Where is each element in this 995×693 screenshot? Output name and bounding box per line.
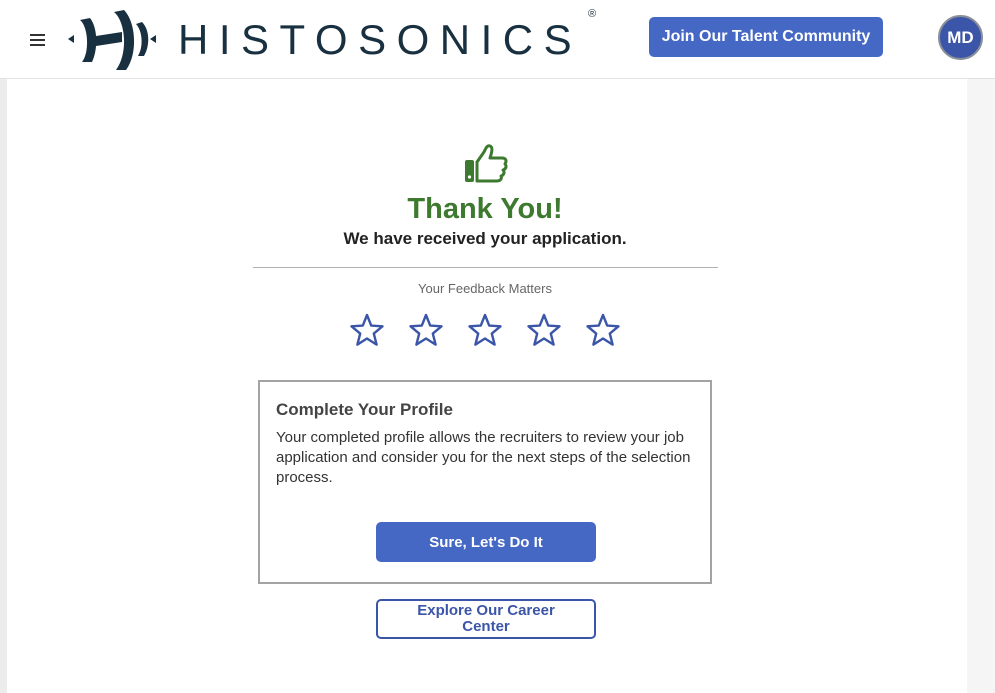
explore-career-center-button[interactable]: Explore Our Career Center xyxy=(376,599,596,639)
thank-you-heading: Thank You! xyxy=(407,193,563,225)
thumbs-up-icon xyxy=(465,144,508,183)
hamburger-menu-icon[interactable] xyxy=(30,34,45,46)
page-scrollbar[interactable] xyxy=(967,79,995,693)
feedback-label: Your Feedback Matters xyxy=(418,281,552,296)
complete-profile-card: Complete Your Profile Your completed pro… xyxy=(258,380,712,584)
registered-mark: ® xyxy=(588,8,597,20)
complete-profile-description: Your completed profile allows the recrui… xyxy=(276,429,691,486)
star-3-icon[interactable] xyxy=(467,312,503,348)
star-2-icon[interactable] xyxy=(408,312,444,348)
histosonics-logo[interactable]: HISTOSONICS xyxy=(66,6,582,72)
star-5-icon[interactable] xyxy=(585,312,621,348)
star-rating xyxy=(349,312,644,348)
sure-lets-do-it-button[interactable]: Sure, Let's Do It xyxy=(376,522,596,562)
application-received-message: We have received your application. xyxy=(343,229,627,248)
logo-mark-icon xyxy=(68,10,156,70)
top-header: HISTOSONICS ® Join Our Talent Community … xyxy=(0,0,995,79)
star-4-icon[interactable] xyxy=(526,312,562,348)
user-avatar[interactable]: MD xyxy=(938,15,983,60)
complete-profile-title: Complete Your Profile xyxy=(276,400,453,419)
logo-wordmark: HISTOSONICS xyxy=(178,16,583,63)
join-talent-community-button[interactable]: Join Our Talent Community xyxy=(649,17,883,57)
section-divider xyxy=(253,267,718,268)
star-1-icon[interactable] xyxy=(349,312,385,348)
